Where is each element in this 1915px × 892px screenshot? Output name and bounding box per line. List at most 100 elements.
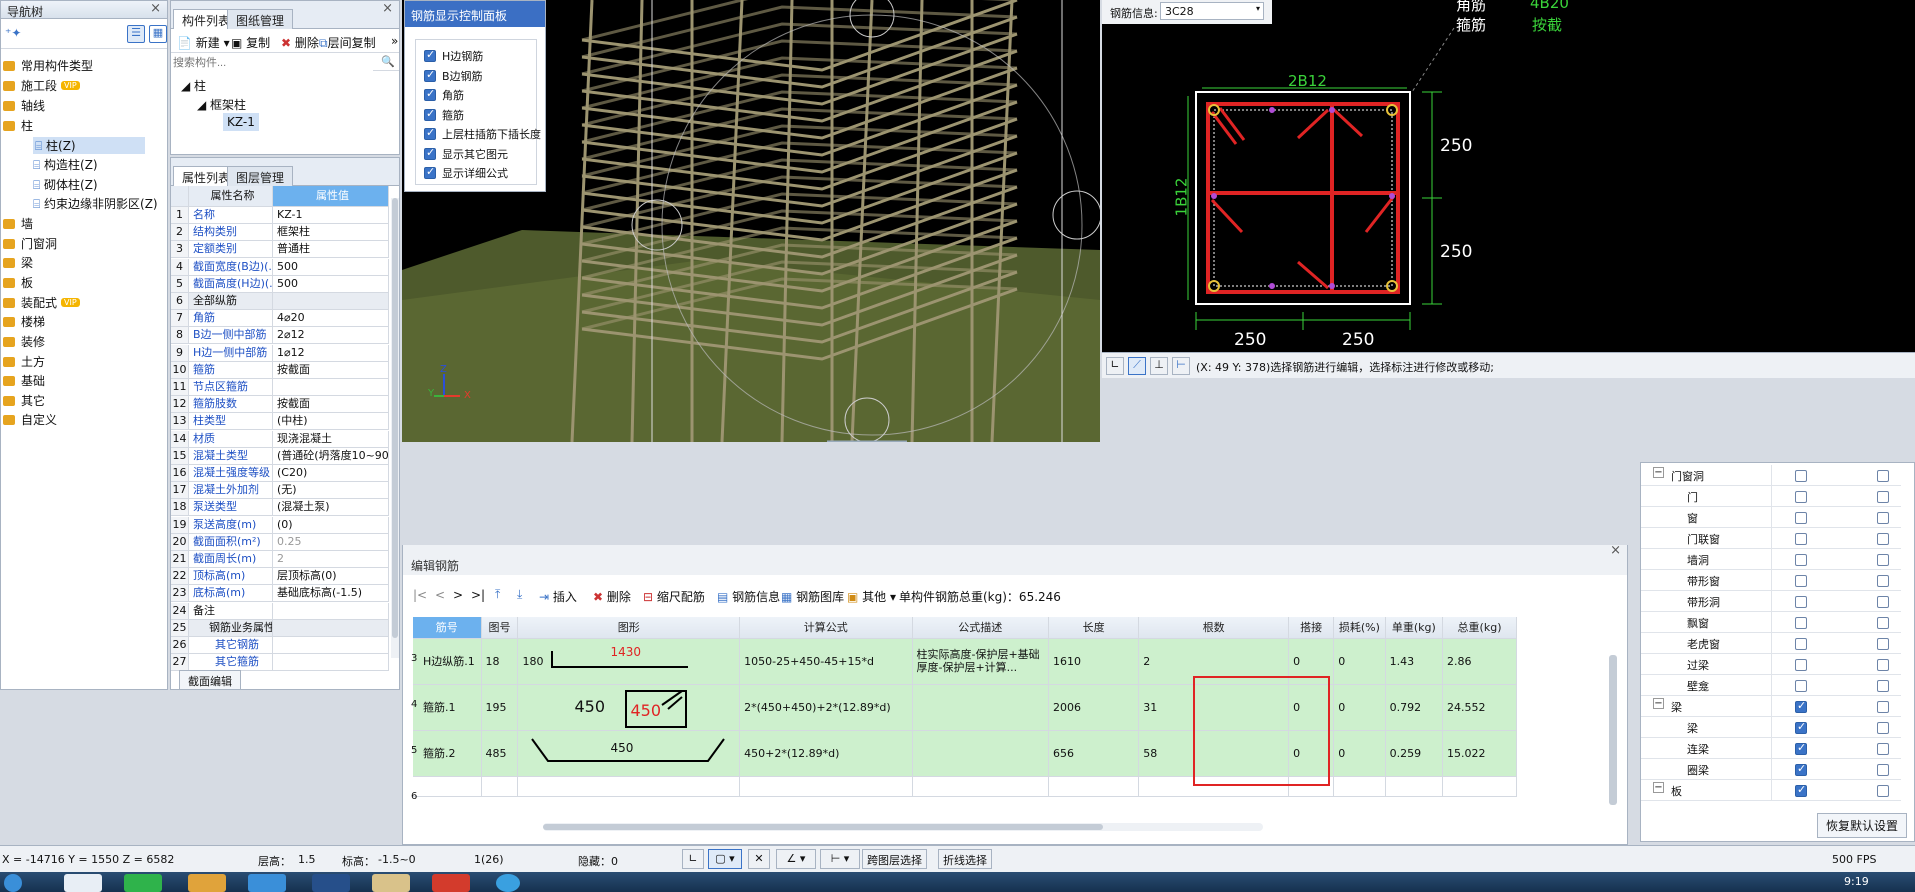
property-value[interactable]: KZ-1	[273, 207, 389, 224]
nav-item[interactable]: 梁	[3, 254, 33, 271]
cross-select-icon[interactable]: ✕	[748, 849, 770, 869]
move-down-icon[interactable]: ⤓	[517, 587, 522, 602]
close-icon[interactable]: ×	[150, 1, 161, 16]
property-value[interactable]: (中柱)	[273, 413, 389, 431]
new-button[interactable]: 📄 新建 ▾	[177, 34, 230, 51]
nav-item[interactable]: 装修	[3, 333, 45, 350]
rebar-row[interactable]: 6	[411, 776, 1517, 802]
rebar-cell-shape[interactable]	[517, 776, 741, 797]
checkbox-icon[interactable]	[1877, 554, 1889, 566]
checkbox-icon[interactable]	[1877, 722, 1889, 734]
rebar-cell-name[interactable]: 3 H边纵筋.1	[411, 638, 482, 685]
nav-item[interactable]: 门窗洞	[3, 235, 57, 252]
property-value[interactable]	[273, 602, 389, 620]
property-row[interactable]: 12 箍筋肢数 按截面	[171, 396, 389, 414]
cross-layer-select-button[interactable]: 跨图层选择	[862, 849, 927, 869]
nav-item[interactable]: 其它	[3, 392, 45, 409]
tab-layer-manage[interactable]: 图层管理	[227, 166, 294, 186]
checkbox-icon[interactable]	[1877, 680, 1889, 692]
rebar-cell-shape[interactable]: 180 1430	[517, 638, 741, 685]
checkbox-icon[interactable]	[1877, 701, 1889, 713]
rebar-col-header[interactable]: 图号	[481, 617, 519, 639]
rebar-cell-desc[interactable]	[912, 776, 1049, 797]
rebar-cell-formula[interactable]	[739, 776, 913, 797]
rebar-cell-loss[interactable]: 0	[1333, 684, 1386, 731]
property-row[interactable]: 23 底标高(m) 基础底标高(-1.5)	[171, 585, 389, 603]
search-icon[interactable]: 🔍	[381, 55, 395, 68]
checkbox-checked-icon[interactable]	[1795, 762, 1807, 776]
pin-icon[interactable]: ⁺✦	[5, 26, 21, 40]
nav-item[interactable]: ⌸ 约束边缘非阴影区(Z)	[33, 195, 158, 212]
rebar-cell-total[interactable]: 2.86	[1442, 638, 1517, 685]
property-value[interactable]: 500	[273, 258, 389, 276]
checkbox-icon[interactable]	[1795, 491, 1807, 503]
checkbox-icon[interactable]	[1877, 764, 1889, 776]
rebar-cell-shape[interactable]: 450	[517, 730, 741, 777]
property-row[interactable]: 10 箍筋 按截面	[171, 361, 389, 379]
checkbox-icon[interactable]	[1877, 659, 1889, 671]
taskbar-app-7-icon[interactable]	[432, 874, 470, 892]
checkbox-icon[interactable]	[1877, 533, 1889, 545]
checkbox-checked-icon[interactable]	[1795, 741, 1807, 755]
property-value[interactable]	[273, 619, 389, 637]
property-row[interactable]: 6 全部纵筋	[171, 293, 389, 310]
rebar-cell-unit[interactable]: 1.43	[1385, 638, 1444, 685]
property-value[interactable]: 普通柱	[273, 241, 389, 259]
nav-item[interactable]: 楼梯	[3, 313, 45, 330]
taskbar-app-5-icon[interactable]	[312, 874, 350, 892]
nav-item[interactable]: ⌸ 柱(Z)	[33, 137, 145, 154]
property-value[interactable]: 1⌀12	[273, 344, 389, 362]
property-value[interactable]: 4⌀20	[273, 310, 389, 328]
property-row[interactable]: 18 泵送类型 (混凝土泵)	[171, 499, 389, 517]
nav-item[interactable]: ⌸ 构造柱(Z)	[33, 156, 98, 173]
rebar-cell-total[interactable]: 24.552	[1442, 684, 1517, 731]
perpendicular-icon[interactable]: ⊥	[1150, 357, 1168, 375]
rebar-cell-shape[interactable]: 450 450	[517, 684, 741, 731]
rebar-cell-desc[interactable]: 柱实际高度-保护层+基础厚度-保护层+计算...	[912, 638, 1049, 685]
checkbox-icon[interactable]	[1877, 470, 1889, 482]
rebar-cell-fig[interactable]	[481, 776, 519, 797]
property-row[interactable]: 1 名称 KZ-1	[171, 207, 389, 224]
dimension-icon[interactable]: ⊢	[1172, 357, 1190, 375]
property-value[interactable]: 层顶标高(0)	[273, 568, 389, 586]
checkbox-icon[interactable]	[1877, 512, 1889, 524]
restore-default-button[interactable]: 恢复默认设置	[1817, 813, 1908, 838]
property-row[interactable]: 13 柱类型 (中柱)	[171, 413, 389, 431]
nav-item[interactable]: ⌸ 砌体柱(Z)	[33, 176, 98, 193]
checkbox-icon[interactable]	[1795, 596, 1807, 608]
rebar-cell-name[interactable]: 6	[411, 776, 482, 802]
property-row[interactable]: 5 截面高度(H边)(... 500	[171, 275, 389, 293]
checkbox-icon[interactable]	[1877, 638, 1889, 650]
close-icon[interactable]: ×	[1610, 545, 1621, 558]
checkbox-checked-icon[interactable]	[1795, 699, 1807, 713]
move-up-icon[interactable]: ⤒	[495, 587, 500, 602]
property-row[interactable]: 26 其它钢筋	[171, 637, 389, 654]
property-value[interactable]: 现浇混凝土	[273, 430, 389, 448]
nav-item[interactable]: 柱	[3, 117, 33, 134]
property-value[interactable]: (0)	[273, 516, 389, 534]
rebar-control-checkbox[interactable]: 显示详细公式	[424, 165, 508, 181]
tab-drawing-manage[interactable]: 图纸管理	[227, 9, 294, 29]
rebar-cell-unit[interactable]: 0.792	[1385, 684, 1444, 731]
rebar-control-checkbox[interactable]: H边钢筋	[424, 48, 483, 64]
property-value[interactable]: 0.25	[273, 533, 389, 551]
checkbox-icon[interactable]	[1795, 638, 1807, 650]
property-row[interactable]: 20 截面面积(m²) 0.25	[171, 533, 389, 551]
rebar-info-button[interactable]: ▤ 钢筋信息	[717, 588, 780, 605]
rebar-control-checkbox[interactable]: 角筋	[424, 87, 464, 103]
nav-item[interactable]: 常用构件类型	[3, 57, 93, 74]
collapse-icon[interactable]: −	[1653, 782, 1664, 793]
property-scrollbar[interactable]	[391, 198, 399, 658]
checkbox-icon[interactable]	[1795, 659, 1807, 671]
rebar-cell-formula[interactable]: 450+2*(12.89*d)	[739, 730, 913, 777]
rebar-row[interactable]: 5 箍筋.2 485 450 450+2*(12.89*d) 656 58 0 0 0.259 15…	[411, 730, 1517, 777]
rebar-col-header[interactable]: 损耗(%)	[1333, 617, 1386, 639]
nav-item[interactable]: 轴线	[3, 97, 45, 114]
rebar-col-header[interactable]: 筋号	[413, 617, 482, 639]
taskbar-app-6-icon[interactable]	[372, 874, 410, 892]
property-value[interactable]	[273, 379, 389, 396]
rebar-cell-fig[interactable]: 485	[481, 730, 519, 777]
checkbox-icon[interactable]	[1795, 575, 1807, 587]
checkbox-icon[interactable]	[1795, 617, 1807, 629]
rebar-cell-len[interactable]: 2006	[1048, 684, 1140, 731]
